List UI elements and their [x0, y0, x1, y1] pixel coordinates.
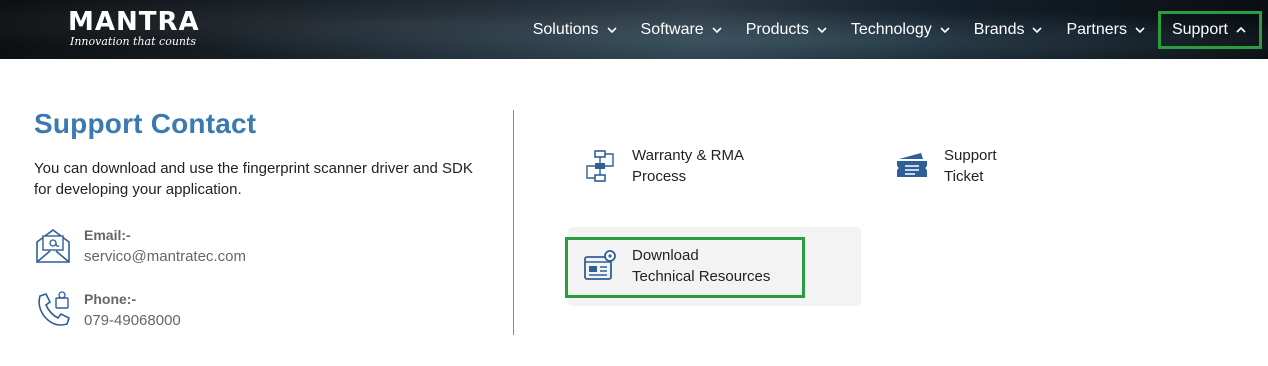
chevron-down-icon: [1135, 26, 1145, 33]
chevron-down-icon: [1032, 26, 1043, 33]
nav-technology[interactable]: Technology: [840, 11, 963, 49]
nav-software[interactable]: Software: [630, 11, 735, 49]
support-contact-section: Support Contact You can download and use…: [34, 108, 484, 200]
support-contact-title: Support Contact: [34, 108, 257, 139]
phone-icon: [38, 291, 70, 326]
mantra-logo[interactable]: MANTRA Innovation that counts: [68, 8, 200, 48]
chevron-down-icon: [606, 26, 617, 33]
phone-label: Phone:-: [84, 291, 137, 307]
nav-technology-label: Technology: [850, 20, 932, 38]
email-contact: Email:- servico@mantratec.com: [34, 226, 246, 266]
phone-value[interactable]: 079-49068000: [84, 312, 181, 330]
chevron-down-icon: [940, 26, 950, 33]
nav-solutions[interactable]: Solutions: [522, 11, 630, 49]
nav-software-label: Software: [640, 20, 704, 38]
nav-brands-label: Brands: [973, 20, 1025, 38]
download-settings-icon: [584, 250, 616, 280]
nav-solutions-label: Solutions: [532, 20, 599, 38]
logo-tagline: Innovation that counts: [70, 35, 197, 48]
chevron-down-icon: [817, 26, 827, 33]
download-line2: Technical Resources: [632, 268, 771, 285]
section-divider: [513, 110, 514, 335]
nav-partners-label: Partners: [1066, 20, 1127, 38]
top-navigation-bar: MANTRA Innovation that counts Solutions …: [0, 0, 1268, 59]
download-technical-resources-link[interactable]: Download Technical Resources: [583, 245, 770, 287]
nav-brands[interactable]: Brands: [963, 11, 1056, 49]
phone-contact: Phone:- 079-49068000: [34, 290, 181, 330]
ticket-line1: Support: [944, 147, 997, 164]
email-value[interactable]: servico@mantratec.com: [84, 248, 246, 266]
main-nav: Solutions Software Products Technology B…: [522, 0, 1268, 59]
email-icon: [36, 229, 70, 263]
nav-support[interactable]: Support: [1157, 10, 1262, 49]
nav-support-label: Support: [1171, 20, 1228, 38]
chevron-down-icon: [712, 26, 722, 33]
process-flow-icon: [586, 150, 614, 182]
warranty-line2: Process: [632, 168, 687, 185]
nav-products[interactable]: Products: [735, 11, 840, 49]
nav-partners[interactable]: Partners: [1055, 11, 1157, 49]
warranty-line1: Warranty & RMA: [632, 147, 744, 164]
chevron-up-icon: [1236, 26, 1246, 33]
download-line1: Download: [632, 247, 699, 264]
support-ticket-link[interactable]: Support Ticket: [895, 145, 997, 187]
support-description: You can download and use the fingerprint…: [34, 160, 473, 198]
logo-text: MANTRA: [68, 7, 200, 37]
email-label: Email:-: [84, 227, 131, 243]
ticket-line2: Ticket: [944, 168, 984, 185]
nav-products-label: Products: [745, 20, 809, 38]
warranty-rma-link[interactable]: Warranty & RMA Process: [583, 145, 744, 187]
ticket-icon: [897, 153, 927, 177]
